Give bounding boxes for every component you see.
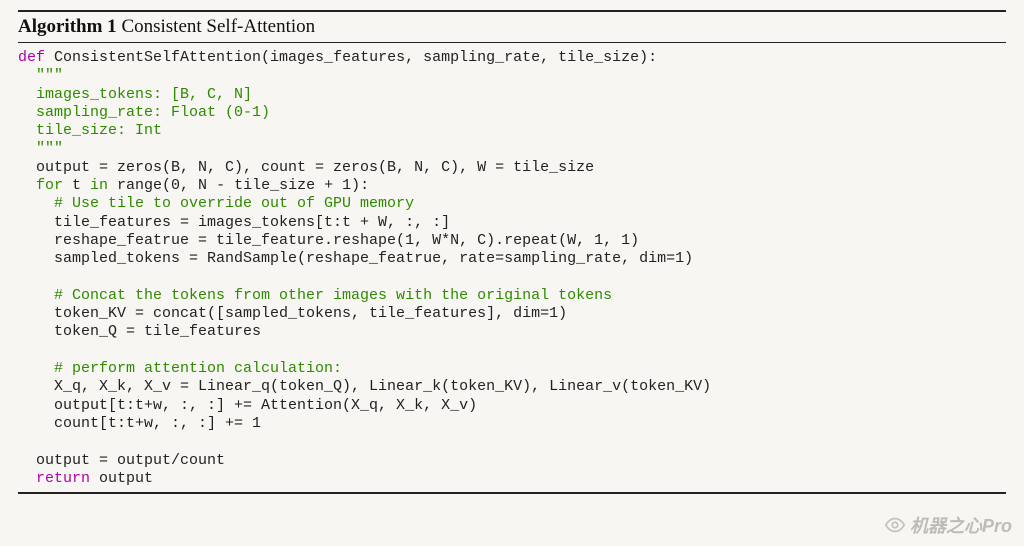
algorithm-name: Consistent Self-Attention (117, 16, 315, 37)
watermark: 机器之心Pro (884, 512, 1012, 538)
algorithm-title: Algorithm 1 Consistent Self-Attention (18, 14, 1006, 40)
return-expr: output (90, 470, 153, 487)
docstring-close: """ (18, 140, 63, 157)
kw-for: for (18, 177, 63, 194)
kw-in: in (90, 177, 108, 194)
fn-signature: ConsistentSelfAttention(images_features,… (45, 49, 657, 66)
code-line: sampled_tokens = RandSample(reshape_feat… (18, 250, 693, 267)
docstring-line: images_tokens: [B, C, N] (18, 86, 252, 103)
code-line: count[t:t+w, :, :] += 1 (18, 415, 261, 432)
code-line: token_Q = tile_features (18, 323, 261, 340)
code-line: reshape_featrue = tile_feature.reshape(1… (18, 232, 639, 249)
comment-line: # Use tile to override out of GPU memory (18, 195, 414, 212)
algorithm-block: Algorithm 1 Consistent Self-Attention de… (0, 0, 1024, 504)
code-line: X_q, X_k, X_v = Linear_q(token_Q), Linea… (18, 378, 711, 395)
eye-icon (884, 514, 906, 536)
code-listing: def ConsistentSelfAttention(images_featu… (18, 49, 1006, 488)
code-line: output = zeros(B, N, C), count = zeros(B… (18, 159, 594, 176)
kw-return: return (18, 470, 90, 487)
comment-line: # perform attention calculation: (18, 360, 342, 377)
docstring-line: tile_size: Int (18, 122, 162, 139)
rule-bottom (18, 492, 1006, 494)
comment-line: # Concat the tokens from other images wi… (18, 287, 612, 304)
for-rest: range(0, N - tile_size + 1): (108, 177, 369, 194)
for-var: t (63, 177, 90, 194)
code-line: output = output/count (18, 452, 225, 469)
rule-mid (18, 42, 1006, 43)
docstring-line: sampling_rate: Float (0-1) (18, 104, 270, 121)
algorithm-label: Algorithm 1 (18, 16, 117, 37)
watermark-text: 机器之心Pro (910, 512, 1012, 538)
kw-def: def (18, 49, 45, 66)
code-line: token_KV = concat([sampled_tokens, tile_… (18, 305, 567, 322)
code-line: output[t:t+w, :, :] += Attention(X_q, X_… (18, 397, 477, 414)
code-line: tile_features = images_tokens[t:t + W, :… (18, 214, 450, 231)
rule-top (18, 10, 1006, 12)
docstring-open: """ (18, 67, 63, 84)
